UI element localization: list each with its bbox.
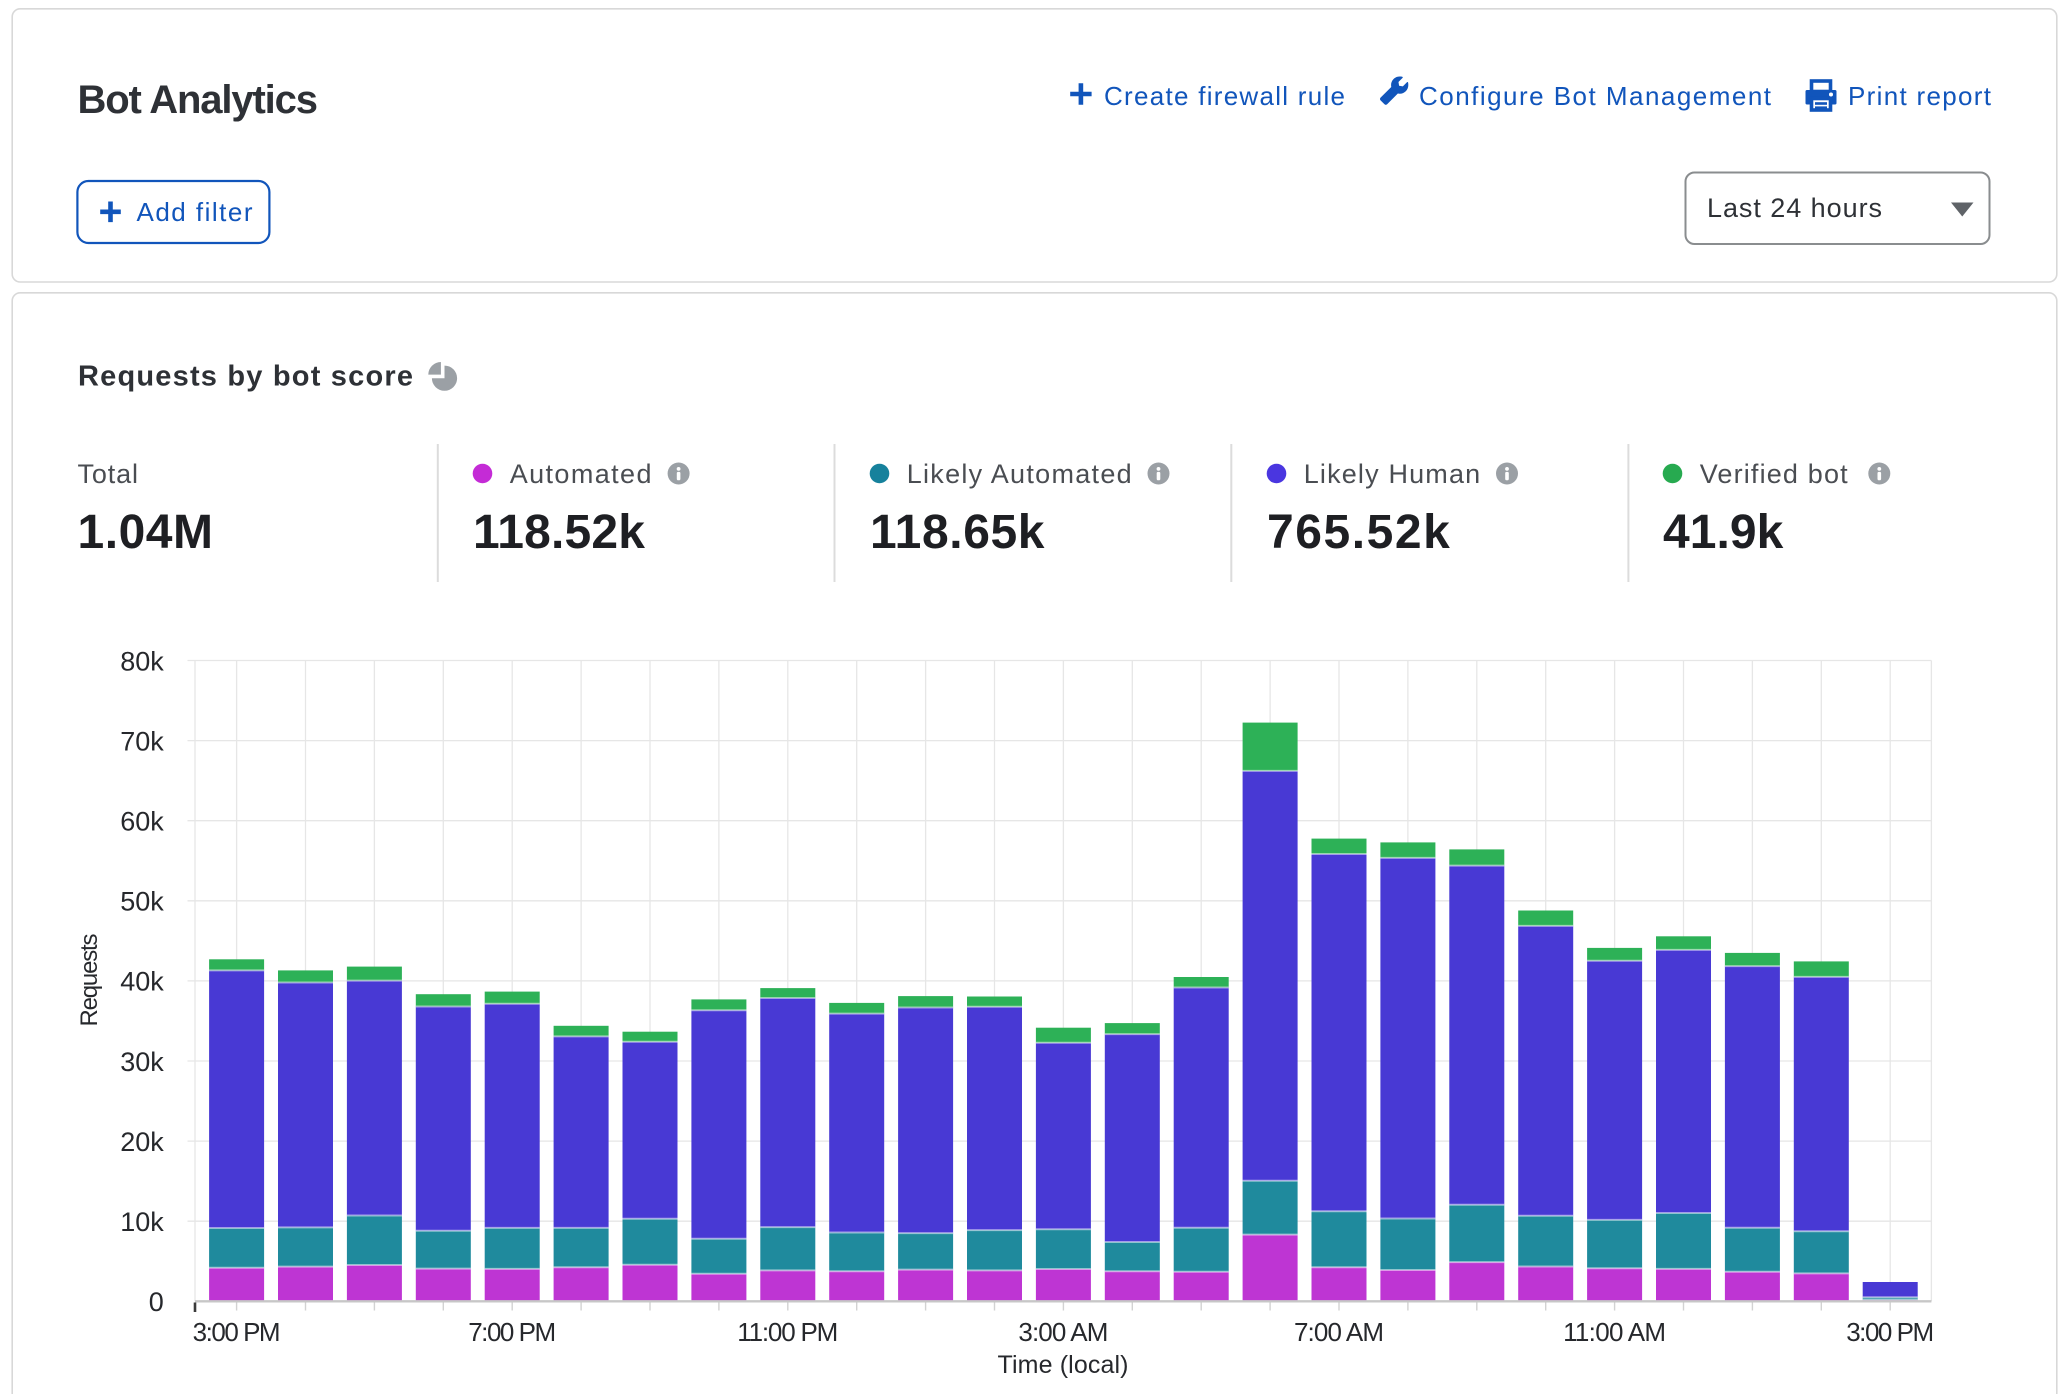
svg-text:Total: Total [78, 459, 139, 489]
svg-text:Time (local): Time (local) [998, 1351, 1129, 1379]
svg-text:Requests: Requests [76, 934, 103, 1027]
svg-text:Requests by bot score: Requests by bot score [78, 361, 413, 393]
svg-text:0: 0 [149, 1287, 164, 1317]
svg-text:20k: 20k [120, 1127, 164, 1157]
svg-text:3:00 PM: 3:00 PM [1846, 1317, 1934, 1347]
svg-text:3:00 PM: 3:00 PM [193, 1317, 281, 1347]
svg-text:30k: 30k [120, 1047, 164, 1077]
svg-text:50k: 50k [120, 887, 164, 917]
svg-text:Create firewall rule: Create firewall rule [1104, 81, 1345, 111]
svg-text:70k: 70k [120, 726, 164, 756]
svg-text:Bot Analytics: Bot Analytics [78, 78, 319, 122]
svg-text:80k: 80k [120, 646, 164, 676]
svg-text:Print report: Print report [1848, 81, 1992, 111]
svg-text:7:00 PM: 7:00 PM [468, 1317, 556, 1347]
svg-text:3:00 AM: 3:00 AM [1018, 1317, 1108, 1347]
svg-text:60k: 60k [120, 807, 164, 837]
svg-text:Last 24 hours: Last 24 hours [1707, 193, 1882, 223]
svg-text:118.65k: 118.65k [870, 506, 1045, 559]
svg-text:Verified bot: Verified bot [1700, 459, 1848, 489]
svg-text:Configure Bot Management: Configure Bot Management [1419, 81, 1772, 111]
svg-text:765.52k: 765.52k [1267, 506, 1450, 559]
svg-text:41.9k: 41.9k [1663, 506, 1784, 559]
svg-text:1.04M: 1.04M [78, 506, 214, 559]
svg-text:Likely Human: Likely Human [1304, 459, 1481, 489]
svg-text:118.52k: 118.52k [473, 506, 645, 559]
svg-text:10k: 10k [120, 1207, 164, 1237]
svg-text:11:00 AM: 11:00 AM [1563, 1317, 1666, 1347]
svg-text:Automated: Automated [510, 459, 652, 489]
svg-text:Likely Automated: Likely Automated [907, 459, 1132, 489]
svg-text:11:00 PM: 11:00 PM [737, 1317, 838, 1347]
svg-text:7:00 AM: 7:00 AM [1294, 1317, 1384, 1347]
svg-text:40k: 40k [120, 967, 164, 997]
